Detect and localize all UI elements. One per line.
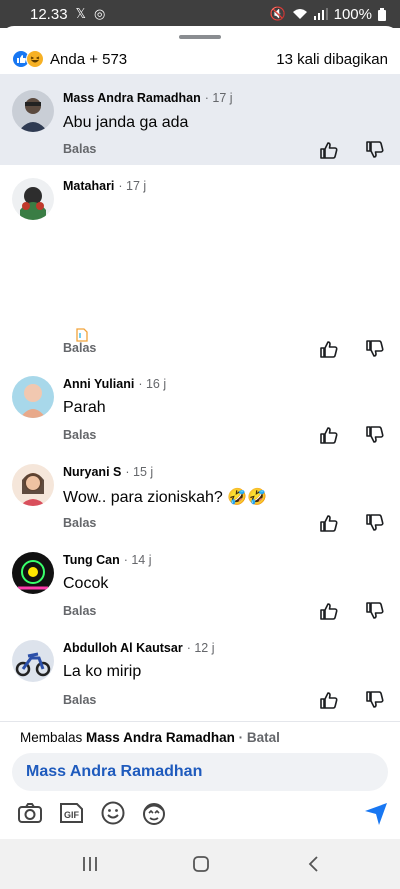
comment-time: · 17 j	[118, 179, 147, 193]
reaction-summary-bar[interactable]: Anda + 573 13 kali dibagikan	[0, 44, 400, 74]
battery-icon	[378, 7, 386, 21]
sheet-drag-handle[interactable]	[179, 35, 221, 39]
x-app-icon: 𝕏	[75, 6, 87, 21]
notification-icon: ◎	[94, 6, 106, 21]
avatar[interactable]	[12, 376, 54, 418]
signal-icon	[313, 8, 328, 20]
emoji-icon[interactable]	[99, 799, 127, 827]
sticker-placeholder-icon[interactable]	[76, 328, 88, 342]
reaction-count[interactable]: Anda + 573	[50, 51, 127, 68]
system-navigation-bar	[0, 839, 400, 889]
avatar[interactable]	[12, 552, 54, 594]
comment-item: Anni Yuliani · 16 j Parah Balas	[0, 363, 400, 451]
reply-composer: Membalas Mass Andra Ramadhan · Batal Mas…	[0, 721, 400, 839]
comment-item: Mass Andra Ramadhan · 17 j Abu janda ga …	[0, 74, 400, 165]
composer-toolbar: GIF	[0, 799, 400, 829]
thumbs-up-icon[interactable]	[319, 140, 339, 160]
thumbs-down-icon[interactable]	[365, 601, 385, 621]
comment-text: La ko mirip	[63, 663, 142, 680]
recent-apps-icon[interactable]	[80, 854, 100, 874]
reply-button[interactable]: Balas	[63, 142, 96, 156]
comment-time: · 15 j	[125, 465, 154, 479]
avatar[interactable]	[12, 178, 54, 220]
comment-author[interactable]: Nuryani S	[63, 465, 121, 479]
thumbs-down-icon[interactable]	[365, 690, 385, 710]
comment-item: Matahari · 17 j Balas	[0, 165, 400, 363]
comment-text: Cocok	[63, 575, 109, 592]
camera-icon[interactable]	[16, 799, 44, 827]
replying-to-line: Membalas Mass Andra Ramadhan · Batal	[20, 730, 280, 745]
back-icon[interactable]	[304, 854, 324, 874]
thumbs-up-icon[interactable]	[319, 339, 339, 359]
comment-item: Tung Can · 14 j Cocok Balas	[0, 539, 400, 627]
comment-author[interactable]: Anni Yuliani	[63, 377, 134, 391]
comment-time: · 12 j	[186, 641, 215, 655]
cancel-reply-button[interactable]: · Batal	[239, 730, 280, 745]
reply-button[interactable]: Balas	[63, 604, 96, 618]
reply-button[interactable]: Balas	[63, 516, 96, 530]
gif-icon[interactable]: GIF	[57, 799, 85, 827]
status-time: 12.33	[30, 5, 68, 23]
comment-item: Abdulloh Al Kautsar · 12 j La ko mirip B…	[0, 627, 400, 721]
thumbs-down-icon[interactable]	[365, 425, 385, 445]
comments-sheet: Anda + 573 13 kali dibagikan Mass Andra …	[0, 26, 400, 839]
thumbs-up-icon[interactable]	[319, 690, 339, 710]
wifi-icon	[292, 9, 307, 19]
comment-author[interactable]: Abdulloh Al Kautsar	[63, 641, 183, 655]
share-count[interactable]: 13 kali dibagikan	[276, 51, 388, 68]
replying-to-prefix: Membalas	[20, 730, 83, 745]
thumbs-down-icon[interactable]	[365, 339, 385, 359]
mute-icon: 🔇	[269, 6, 286, 21]
comment-text: Abu janda ga ada	[63, 114, 189, 131]
haha-reaction-icon	[26, 50, 44, 68]
thumbs-up-icon[interactable]	[319, 601, 339, 621]
thumbs-down-icon[interactable]	[365, 513, 385, 533]
comment-time: · 16 j	[138, 377, 167, 391]
comment-text: Wow.. para zioniskah? 🤣🤣	[63, 489, 268, 506]
thumbs-up-icon[interactable]	[319, 425, 339, 445]
thumbs-up-icon[interactable]	[319, 513, 339, 533]
avatar[interactable]	[12, 640, 54, 682]
reply-button[interactable]: Balas	[63, 428, 96, 442]
avatar-sticker-icon[interactable]	[140, 799, 168, 827]
comment-author[interactable]: Matahari	[63, 179, 114, 193]
replying-to-name: Mass Andra Ramadhan	[86, 730, 235, 745]
avatar[interactable]	[12, 464, 54, 506]
comment-input[interactable]: Mass Andra Ramadhan	[12, 753, 388, 791]
comment-text: Parah	[63, 399, 106, 416]
svg-text:GIF: GIF	[64, 810, 80, 820]
comment-author[interactable]: Mass Andra Ramadhan	[63, 91, 201, 105]
comment-item: Nuryani S · 15 j Wow.. para zioniskah? 🤣…	[0, 451, 400, 539]
thumbs-down-icon[interactable]	[365, 140, 385, 160]
mention-tag: Mass Andra Ramadhan	[26, 763, 203, 780]
comment-time: · 14 j	[123, 553, 152, 567]
status-bar: 12.33 𝕏 ◎ 🔇 100%	[0, 0, 400, 28]
comment-author[interactable]: Tung Can	[63, 553, 120, 567]
battery-level: 100%	[333, 5, 372, 23]
avatar[interactable]	[12, 90, 54, 132]
reply-button[interactable]: Balas	[63, 341, 96, 355]
comment-time: · 17 j	[204, 91, 233, 105]
send-icon[interactable]	[362, 799, 390, 827]
home-icon[interactable]	[191, 854, 211, 874]
reply-button[interactable]: Balas	[63, 693, 96, 707]
